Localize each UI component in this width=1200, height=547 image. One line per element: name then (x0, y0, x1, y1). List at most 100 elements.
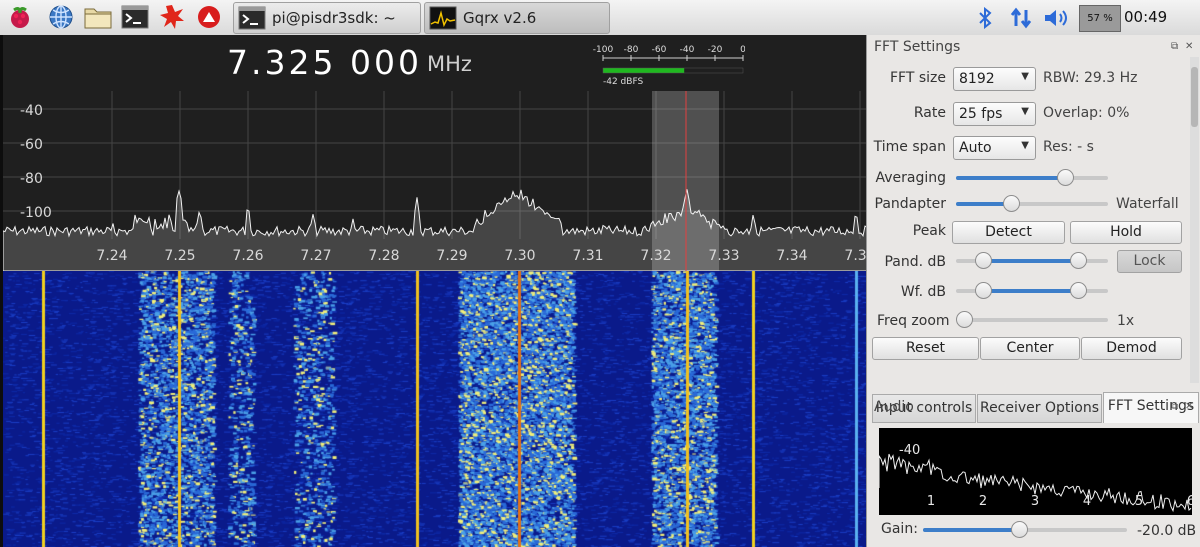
slider-handle[interactable] (1010, 521, 1028, 538)
fft-y-tick-label: -100 (20, 205, 52, 221)
fft-x-tick-label: 7.34 (776, 248, 807, 264)
signal-meter: -100 -80 -60 -40 -20 0 -42 dBFS (593, 45, 745, 87)
pand-db-label: Pand. dB (884, 254, 946, 270)
spectrum-plot[interactable]: 7.325 000 MHz -100 -80 -60 -40 -20 0 -42 dBFS… (0, 35, 866, 547)
demod-button[interactable]: Demod (1081, 337, 1182, 360)
fft-panadapter[interactable]: -40 -60 -80 -100 7.24 7.25 7.26 7.27 7.28 7.29 7.… (3, 91, 866, 271)
gain-value: -20.0 dB (1137, 523, 1197, 539)
audio-spectrum[interactable]: -40 1 2 3 4 5 6 (879, 428, 1192, 515)
lock-button[interactable]: Lock (1117, 250, 1182, 273)
rate-label: Rate (913, 105, 946, 121)
bluetooth-icon[interactable] (975, 4, 995, 32)
fft-x-tick-label: 7.25 (164, 248, 195, 264)
hold-button[interactable]: Hold (1070, 221, 1182, 244)
fft-y-tick-label: -60 (20, 137, 43, 153)
clock[interactable]: 00:49 (1124, 0, 1167, 35)
fft-x-tick-label: 7.24 (96, 248, 127, 264)
raspberry-menu-icon[interactable] (5, 3, 35, 31)
audio-x-tick-label: 2 (979, 494, 987, 509)
audio-y-label: -40 (899, 443, 920, 458)
rbw-value: RBW: 29.3 Hz (1043, 70, 1138, 86)
meter-tick-label: -20 (708, 45, 723, 55)
dock-float-icon[interactable]: ⧉ (1171, 41, 1178, 52)
chevron-down-icon: ▼ (1021, 71, 1029, 82)
dock-close-icon[interactable]: ✕ (1185, 401, 1193, 412)
fft-x-tick-label: 7.32 (640, 248, 671, 264)
meter-level-label: -42 dBFS (603, 77, 643, 87)
file-manager-icon[interactable] (83, 3, 113, 31)
taskbar: pi@pisdr3sdk: ~ Gqrx v2.6 57 % 00:49 (0, 0, 1200, 36)
rate-value: 25 fps (959, 106, 1003, 122)
gqrx-icon (429, 6, 457, 30)
slider-handle-low[interactable] (975, 282, 993, 299)
fft-size-select[interactable]: 8192 ▼ (953, 67, 1036, 91)
fft-x-tick-label: 7.29 (436, 248, 467, 264)
fft-y-tick-label: -40 (20, 103, 43, 119)
audio-gain-slider[interactable] (923, 521, 1127, 539)
averaging-slider[interactable] (956, 169, 1108, 187)
peak-label: Peak (912, 223, 946, 239)
slider-handle[interactable] (956, 311, 973, 328)
center-button[interactable]: Center (980, 337, 1080, 360)
gain-label: Gain: (881, 521, 918, 537)
meter-tick-label: -60 (652, 45, 667, 55)
fft-y-tick-label: -80 (20, 171, 43, 187)
freq-zoom-value: 1x (1117, 313, 1135, 329)
fft-x-tick-label: 7.31 (572, 248, 603, 264)
meter-tick-label: -40 (680, 45, 695, 55)
freq-zoom-label: Freq zoom (877, 313, 950, 329)
averaging-label: Averaging (875, 170, 946, 186)
tab-receiver-options[interactable]: Receiver Options (977, 394, 1102, 423)
slider-handle-high[interactable] (1069, 252, 1087, 269)
reset-button[interactable]: Reset (872, 337, 979, 360)
web-browser-icon[interactable] (46, 3, 76, 31)
freq-zoom-slider[interactable] (956, 311, 1108, 329)
time-span-label: Time span (873, 139, 946, 155)
terminal-icon[interactable] (120, 3, 150, 31)
audio-x-tick-label: 6 (1187, 494, 1192, 509)
slider-handle[interactable] (1002, 195, 1020, 212)
audio-x-tick-label: 5 (1135, 494, 1143, 509)
cpu-monitor[interactable]: 57 % (1079, 5, 1121, 32)
slider-handle-low[interactable] (975, 252, 993, 269)
wolfram-icon[interactable] (157, 3, 187, 31)
task-terminal[interactable]: pi@pisdr3sdk: ~ (233, 2, 421, 34)
meter-level-bar (603, 68, 685, 73)
task-label: pi@pisdr3sdk: ~ (272, 9, 396, 27)
fft-size-value: 8192 (959, 71, 995, 87)
meter-tick-label: -100 (593, 45, 613, 55)
fft-size-label: FFT size (889, 70, 946, 86)
time-span-value: Auto (959, 140, 992, 156)
network-icon[interactable] (1006, 4, 1036, 32)
rate-select[interactable]: 25 fps ▼ (953, 102, 1036, 126)
fft-x-tick-label: 7.33 (708, 248, 739, 264)
fft-x-tick-label: 7.28 (368, 248, 399, 264)
dock-float-icon[interactable]: ⧉ (1171, 401, 1178, 412)
audio-x-tick-label: 4 (1083, 494, 1091, 509)
mathematica-icon[interactable] (194, 3, 224, 31)
frequency-readout[interactable]: 7.325 000 (227, 43, 422, 82)
detect-button[interactable]: Detect (952, 221, 1065, 244)
dock-close-icon[interactable]: ✕ (1185, 41, 1193, 52)
terminal-icon (238, 6, 266, 30)
fft-x-tick-label: 7.27 (300, 248, 331, 264)
waterfall-label: Waterfall (1116, 196, 1179, 212)
slider-handle[interactable] (1057, 169, 1075, 186)
cpu-value: 57 % (1087, 13, 1113, 24)
waterfall[interactable] (3, 271, 866, 547)
volume-icon[interactable] (1042, 4, 1072, 32)
fft-x-tick-label: 7.35 (844, 248, 866, 264)
scroll-thumb[interactable] (1191, 67, 1198, 127)
pandapter-waterfall-slider[interactable] (956, 195, 1108, 213)
slider-handle-high[interactable] (1069, 282, 1087, 299)
pandapter-label: Pandapter (874, 196, 946, 212)
overlap-value: Overlap: 0% (1043, 105, 1130, 121)
pand-db-range-slider[interactable] (956, 252, 1108, 270)
meter-tick-label: 0 (740, 45, 745, 55)
fft-x-tick-label: 7.26 (232, 248, 263, 264)
time-span-select[interactable]: Auto ▼ (953, 136, 1036, 160)
task-gqrx[interactable]: Gqrx v2.6 (424, 2, 610, 34)
task-label: Gqrx v2.6 (463, 9, 537, 27)
settings-scrollbar[interactable] (1190, 57, 1199, 383)
wf-db-range-slider[interactable] (956, 282, 1108, 300)
